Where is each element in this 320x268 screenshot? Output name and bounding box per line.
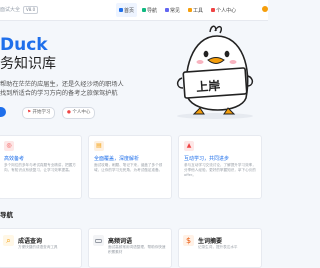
nav-item-3[interactable]: 工具 — [185, 3, 206, 17]
nav-section-title: 导航 — [0, 211, 13, 219]
nav-tile[interactable]: $ 生词摘要 记录生词，提升表达水平 — [178, 228, 262, 268]
nav-tile-description: 记录生词，提升表达水平 — [198, 245, 238, 249]
duck-mascot-illustration: 上岸 — [176, 25, 254, 119]
hero-description-line2: 找到所适合的学习方向的备考之旅保驾护航 — [0, 90, 118, 97]
chart-icon: ▲ — [184, 141, 194, 151]
money-bag-icon: $ — [183, 235, 194, 246]
nav-tile[interactable]: ▭ 高频词语 面试高频常用词语整理，帮助你快速积累素材 — [88, 228, 172, 268]
compass-icon — [142, 8, 147, 12]
nav-item-label: 导航 — [147, 7, 158, 14]
feature-card-description: 参与互动学习交流讨论，了解提升学习效率，分享他人经验，更好的掌握知识，拿下心仪的… — [184, 163, 256, 177]
nav-tile[interactable]: ⌕ 成语查询 方便快捷的成语查询工具 — [0, 228, 82, 268]
nav-item-2[interactable]: 常见 — [162, 3, 183, 17]
home-icon — [119, 8, 123, 12]
flag-icon: ⚑ — [27, 110, 32, 115]
folder-icon: ▭ — [93, 235, 104, 246]
target-icon: ◎ — [4, 141, 14, 151]
start-learning-button[interactable]: ⚑ 开始学习 — [22, 107, 56, 119]
feature-card[interactable]: ◎ 高效备考 多个岗位的多年与考试真题专业精讲，把握方向，有知识点系统复习，让学习效… — [0, 135, 82, 199]
nav-item-label: 首页 — [124, 7, 135, 14]
start-button[interactable] — [0, 107, 6, 117]
notification-dot[interactable] — [262, 6, 268, 12]
nav-item-4[interactable]: 个人中心 — [208, 3, 239, 17]
personal-center-button[interactable]: ● 个人中心 — [62, 107, 96, 119]
feature-card-description: 面试攻略，刷题、笔记下来，涵盖了多个领域，让你的学习无死角，为考试做足准备。 — [94, 163, 163, 172]
feature-card[interactable]: ▤ 全面覆盖，深度解析 面试攻略，刷题、笔记下来，涵盖了多个领域，让你的学习无死角，… — [88, 135, 172, 199]
nav-tile-title: 成语查询 — [18, 238, 43, 245]
nav-item-0[interactable]: 首页 — [116, 3, 138, 17]
brand[interactable]: 面试大全 V8.0 — [0, 6, 39, 14]
nav-item-label: 工具 — [193, 7, 204, 14]
user-icon — [211, 8, 216, 12]
hero-title: Duck — [0, 35, 48, 55]
book-icon: ▤ — [94, 141, 104, 151]
nav-tile-description: 面试高频常用词语整理，帮助你快速积累素材 — [108, 245, 166, 254]
nav-tile-title: 生词摘要 — [198, 238, 223, 245]
nav-tile-title: 高频词语 — [108, 238, 133, 245]
top-bar: 面试大全 V8.0 首页 导航 常见 工具 个人中心 — [0, 0, 268, 21]
wrench-icon — [188, 8, 193, 12]
user-icon: ● — [67, 110, 71, 115]
feature-card-title: 互动学习，共同进步 — [184, 156, 230, 162]
nav-item-label: 个人中心 — [216, 7, 237, 14]
nav-tile-description: 方便快捷的成语查询工具 — [18, 245, 58, 249]
nav-item-label: 常见 — [170, 7, 181, 14]
book-icon — [165, 8, 170, 12]
hero-subtitle: 务知识库 — [0, 56, 56, 72]
search-icon: ⌕ — [3, 235, 14, 246]
feature-card-description: 多个岗位的多年与考试真题专业精讲，把握方向，有知识点系统复习，让学习效率提高。 — [4, 163, 76, 172]
main-nav: 首页 导航 常见 工具 个人中心 — [116, 3, 239, 17]
version-badge: V8.0 — [23, 6, 39, 14]
feature-card-title: 高效备考 — [4, 156, 25, 162]
duck-sign-text: 上岸 — [196, 78, 221, 95]
feature-card[interactable]: ▲ 互动学习，共同进步 参与互动学习交流讨论，了解提升学习效率，分享他人经验，更好的… — [178, 135, 262, 199]
nav-item-1[interactable]: 导航 — [139, 3, 160, 17]
feature-card-title: 全面覆盖，深度解析 — [94, 156, 140, 162]
hero-description-line1: 帮助在茫茫的应届生，还是久经沙场的职场人 — [0, 81, 124, 88]
